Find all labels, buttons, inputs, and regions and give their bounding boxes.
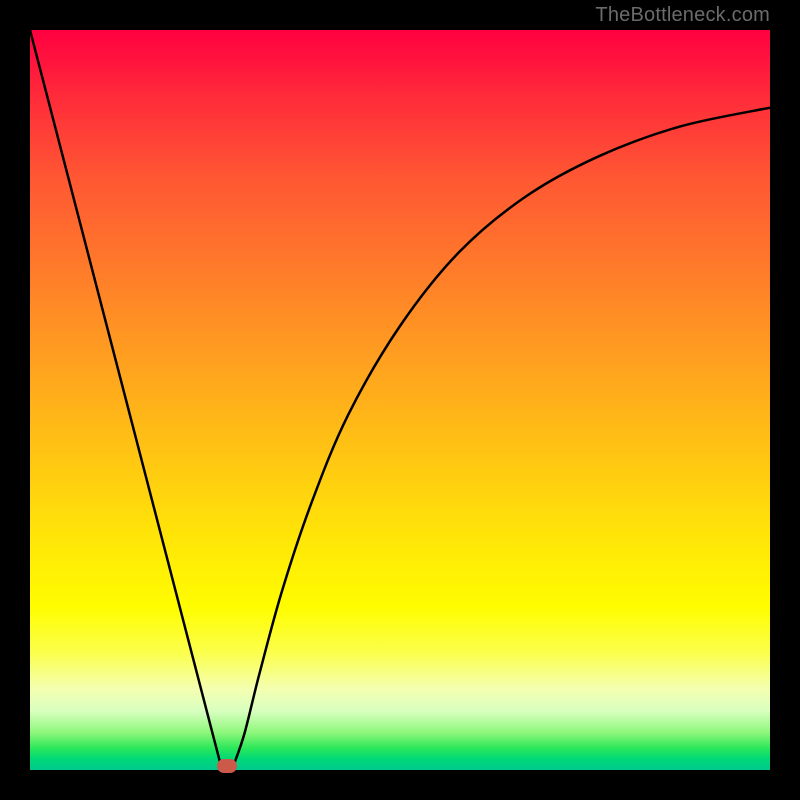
chart-frame: TheBottleneck.com: [0, 0, 800, 800]
minimum-marker: [217, 759, 237, 773]
left-line-segment: [30, 30, 221, 766]
curve-layer: [30, 30, 770, 770]
plot-area: [30, 30, 770, 770]
watermark-text: TheBottleneck.com: [595, 4, 770, 27]
right-curve-segment: [234, 108, 771, 766]
